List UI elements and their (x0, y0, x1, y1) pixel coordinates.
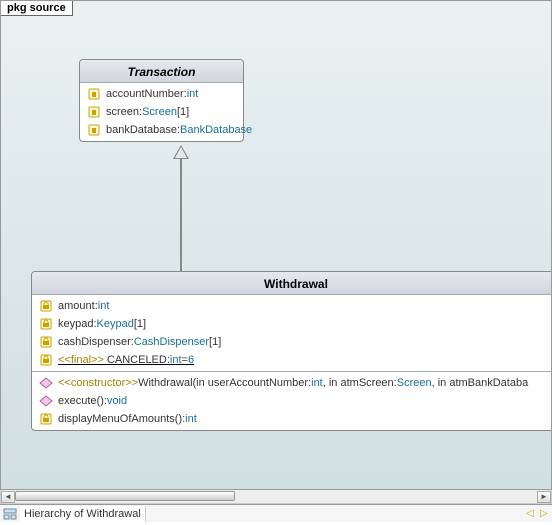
op-sig: Withdrawal(in userAccountNumber: (138, 377, 311, 389)
tab-prev-icon[interactable]: ◁ (526, 508, 536, 519)
attr-name: amount (58, 300, 95, 312)
class-transaction[interactable]: Transaction accountNumber:int screen:Scr… (79, 59, 244, 142)
private-icon (38, 299, 54, 313)
attr-name: cashDispenser (58, 336, 131, 348)
op-name: execute() (58, 395, 104, 407)
attr-value: 6 (188, 354, 194, 366)
private-icon (38, 335, 54, 349)
bottom-tab-bar: Hierarchy of Withdrawal ◁ ▷ (0, 504, 552, 522)
package-label: pkg source (1, 1, 73, 16)
op-row[interactable]: <<constructor>> Withdrawal(in userAccoun… (32, 374, 552, 392)
op-row[interactable]: displayMenuOfAmounts():int (32, 410, 552, 428)
class-title-withdrawal: Withdrawal (32, 272, 552, 295)
attr-type: int (187, 88, 199, 100)
scroll-thumb[interactable] (15, 491, 235, 501)
horizontal-scrollbar[interactable]: ◄ ► (0, 490, 552, 504)
attr-name: CANCELED (107, 354, 167, 366)
public-op-icon (38, 376, 54, 390)
attr-mult: [1] (177, 106, 189, 118)
attr-row[interactable]: bankDatabase:BankDatabase (80, 121, 243, 139)
attr-name: accountNumber (106, 88, 184, 100)
class-ops-withdrawal: <<constructor>> Withdrawal(in userAccoun… (32, 371, 552, 430)
attr-type: Keypad (97, 318, 134, 330)
bottom-tab-label[interactable]: Hierarchy of Withdrawal (20, 506, 146, 522)
protected-icon (86, 87, 102, 101)
protected-icon (86, 105, 102, 119)
tab-next-icon[interactable]: ▷ (540, 508, 550, 519)
diagram-canvas[interactable]: pkg source Transaction accountNumber:int… (1, 1, 551, 489)
attr-type: int (170, 354, 182, 366)
attr-row[interactable]: amount:int (32, 297, 552, 315)
scroll-right-button[interactable]: ► (537, 491, 551, 503)
attr-mult: [1] (134, 318, 146, 330)
class-withdrawal[interactable]: Withdrawal amount:int keypad:Keypad[1] c… (31, 271, 552, 431)
attr-type: BankDatabase (180, 124, 252, 136)
diagram-canvas-container: pkg source Transaction accountNumber:int… (0, 0, 552, 490)
attr-row[interactable]: accountNumber:int (80, 85, 243, 103)
diagram-tab-icon (3, 507, 17, 521)
attr-row[interactable]: cashDispenser:CashDispenser[1] (32, 333, 552, 351)
inheritance-line[interactable] (180, 159, 182, 271)
class-attrs-transaction: accountNumber:int screen:Screen[1] bankD… (80, 83, 243, 141)
scroll-track[interactable] (15, 491, 537, 503)
inheritance-arrowhead (173, 145, 189, 159)
attr-type: Screen (142, 106, 177, 118)
class-title-transaction: Transaction (80, 60, 243, 83)
private-icon (38, 317, 54, 331)
private-op-icon (38, 412, 54, 426)
op-name: displayMenuOfAmounts() (58, 413, 182, 425)
private-icon (38, 353, 54, 367)
op-row[interactable]: execute():void (32, 392, 552, 410)
scroll-left-button[interactable]: ◄ (1, 491, 15, 503)
op-stereo: <<constructor>> (58, 377, 138, 389)
attr-name: bankDatabase (106, 124, 177, 136)
attr-type: CashDispenser (134, 336, 209, 348)
attr-row[interactable]: screen:Screen[1] (80, 103, 243, 121)
public-op-icon (38, 394, 54, 408)
attr-name: keypad (58, 318, 93, 330)
attr-row[interactable]: keypad:Keypad[1] (32, 315, 552, 333)
attr-row[interactable]: <<final>> CANCELED:int=6 (32, 351, 552, 369)
op-ret: void (107, 395, 127, 407)
attr-stereo: <<final>> (58, 354, 104, 366)
op-ret: int (185, 413, 197, 425)
class-attrs-withdrawal: amount:int keypad:Keypad[1] cashDispense… (32, 295, 552, 371)
attr-type: int (98, 300, 110, 312)
attr-name: screen (106, 106, 139, 118)
attr-mult: [1] (209, 336, 221, 348)
protected-icon (86, 123, 102, 137)
